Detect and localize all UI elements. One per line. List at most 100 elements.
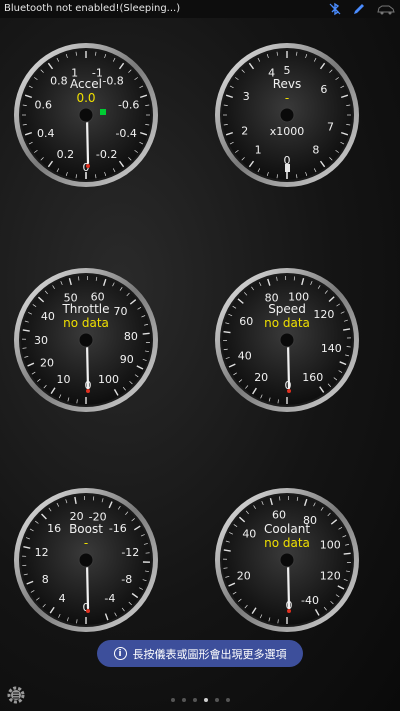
boost-dial: 048121620 -20-16-12-8-4Boost- [14, 488, 158, 632]
throttle-label: Throttle [61, 302, 109, 316]
coolant-tick-label: 20 [237, 570, 251, 583]
accel-tick-label: 0.6 [35, 98, 53, 111]
boost-tick-label: -12 [121, 546, 139, 559]
coolant-hub [279, 552, 295, 568]
speed-dial: 020406080100120140160Speedno data [215, 268, 359, 412]
bluetooth-off-icon[interactable] [328, 2, 342, 16]
accel-tick-label: 0.8 [50, 74, 68, 87]
boost-needle-tip [86, 609, 90, 613]
boost-tick-label: -16 [109, 522, 127, 535]
throttle-dial: 0102030405060708090100Throttleno data [14, 268, 158, 412]
revs-unit: x1000 [270, 125, 305, 138]
coolant-tick-label: 120 [320, 570, 341, 583]
boost-tick-label: 16 [47, 522, 61, 535]
accel-label: Accel [70, 77, 102, 91]
throttle-tick-label: 70 [113, 305, 127, 318]
throttle-value: no data [63, 316, 109, 330]
speed-tick-label: 120 [313, 308, 334, 321]
page-dot[interactable] [203, 698, 208, 702]
page-dot[interactable] [214, 698, 219, 702]
revs-label: Revs [273, 77, 302, 91]
accel-hub [78, 107, 94, 123]
revs-tick-label: 7 [327, 121, 334, 134]
revs-tick-label: 6 [320, 83, 327, 96]
revs-gauge[interactable]: 0 1 2 3 4 5 6 7 8 Revs - x1000 [214, 42, 360, 188]
throttle-tick-label: 100 [98, 373, 119, 386]
speed-tick-label: 60 [239, 315, 253, 328]
accel-needle-tip [86, 164, 90, 168]
toast-text: 長按儀表或圖形會出現更多選項 [132, 647, 287, 661]
boost-tick-label: -4 [104, 592, 115, 605]
speed-tick [223, 330, 231, 334]
coolant-tick-label: 100 [320, 538, 341, 551]
coolant-tick-label: 40 [242, 528, 256, 541]
boost-label: Boost [69, 522, 103, 536]
status-icons [328, 2, 396, 16]
car-icon[interactable] [376, 2, 396, 16]
boost-hub [78, 552, 94, 568]
throttle-tick-label: 30 [34, 334, 48, 347]
page-indicator [0, 698, 400, 702]
throttle-needle [85, 340, 90, 390]
revs-value: - [285, 91, 289, 105]
accel-gauge[interactable]: 1 0.8 0.6 0.4 0.2 0 -0.2 -0.4 -0.6 -0.8 -1 Accel 0.0 [13, 42, 159, 188]
speed-value: no data [264, 316, 310, 330]
boost-tick-label: 4 [59, 592, 66, 605]
coolant-value: no data [264, 536, 310, 550]
throttle-gauge[interactable]: 0102030405060708090100Throttleno data [13, 267, 159, 413]
pencil-icon[interactable] [352, 2, 366, 16]
revs-tick-label: 1 [255, 143, 262, 156]
page-dot[interactable] [192, 698, 197, 702]
boost-value: - [84, 536, 88, 550]
revs-dial: 01234 5678Revs-x1000 [215, 43, 359, 187]
revs-tick-label: 5 [284, 64, 291, 77]
speed-tick-label: 40 [238, 349, 252, 362]
status-bar: Bluetooth not enabled!(Sleeping...) [0, 0, 400, 18]
accel-tick-label: -0.6 [118, 98, 139, 111]
coolant-tick-label: 60 [272, 509, 286, 522]
boost-tick-label: 12 [35, 546, 49, 559]
speed-tick-label: 160 [302, 371, 323, 384]
throttle-tick-label: 20 [40, 357, 54, 370]
speed-needle-tip [287, 389, 291, 393]
accel-needle [85, 115, 90, 165]
revs-needle-tip [285, 164, 290, 172]
page-dot[interactable] [181, 698, 186, 702]
speed-label: Speed [268, 302, 306, 316]
page-dot[interactable] [225, 698, 230, 702]
throttle-needle-tip [86, 389, 90, 393]
coolant-gauge[interactable]: -40120100806040200Coolantno data [214, 487, 360, 633]
settings-icon[interactable] [6, 685, 26, 705]
throttle-hub [78, 332, 94, 348]
boost-gauge[interactable]: 0 4 8 12 16 20 -20 -16 -12 -8 -4 Boost - [13, 487, 159, 633]
accel-dial: 10.80.60.40.20-0.2-0.4-0.6-0.8-1Accel0.0 [14, 43, 158, 187]
speed-tick-label: 140 [321, 342, 342, 355]
revs-tick-label: 3 [243, 90, 250, 103]
speed-hub [279, 332, 295, 348]
throttle-tick [142, 332, 150, 335]
coolant-needle [286, 560, 291, 610]
accel-tick-label: -0.4 [115, 127, 136, 140]
coolant-tick-label: -40 [301, 594, 319, 607]
throttle-tick-label: 90 [120, 353, 134, 366]
page-dot[interactable] [170, 698, 175, 702]
revs-tick-label: 8 [312, 143, 319, 156]
throttle-tick-label: 40 [41, 310, 55, 323]
revs-hub [279, 107, 295, 123]
accel-tick-label: 0.2 [57, 148, 75, 161]
throttle-tick-label: 10 [57, 373, 71, 386]
accel-status-light [100, 109, 106, 115]
revs-tick-label: 2 [241, 124, 248, 137]
coolant-tick [343, 552, 351, 555]
status-message: Bluetooth not enabled!(Sleeping...) [4, 3, 181, 14]
boost-tick-label: -8 [121, 573, 132, 586]
accel-tick-label: -0.8 [102, 74, 123, 87]
accel-tick-label: 0.4 [37, 127, 55, 140]
coolant-label: Coolant [264, 522, 310, 536]
speed-gauge[interactable]: 020406080100120140160Speedno data [214, 267, 360, 413]
speed-needle [286, 340, 291, 390]
coolant-needle-tip [287, 609, 291, 613]
accel-tick-label: -0.2 [96, 148, 117, 161]
info-icon: i [113, 647, 127, 660]
hint-toast[interactable]: i 長按儀表或圖形會出現更多選項 [97, 640, 303, 667]
